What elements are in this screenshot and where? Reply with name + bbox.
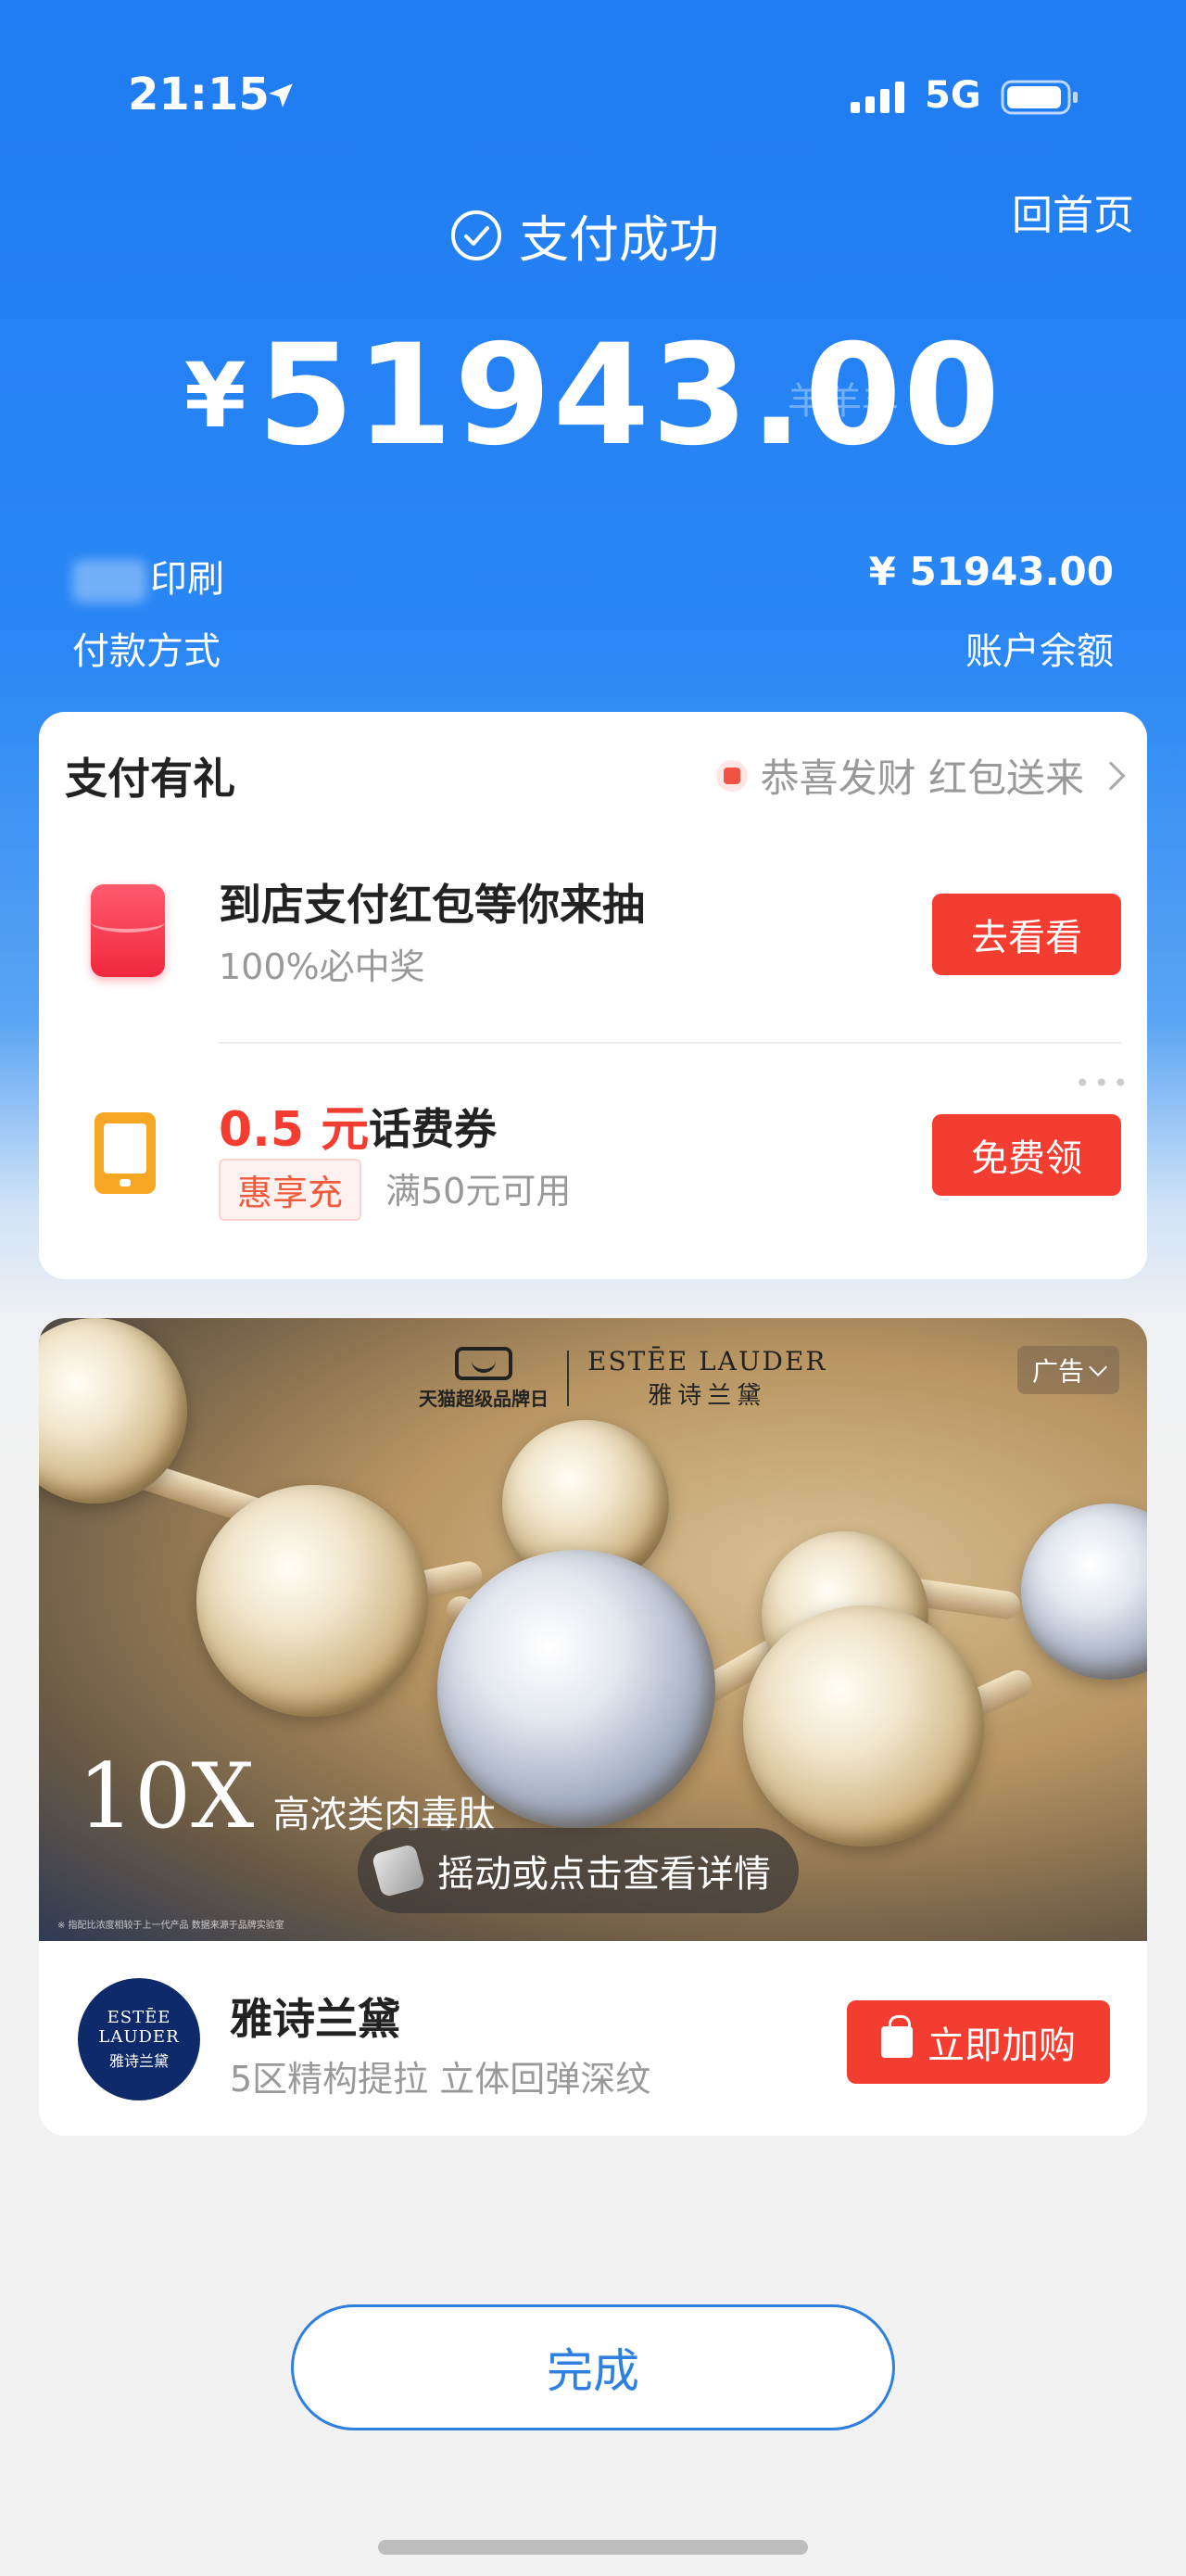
ad-headline-big: 10X — [78, 1745, 255, 1848]
molecule-bead — [1021, 1504, 1147, 1680]
merchant-name: 印刷 — [72, 549, 224, 603]
voucher-name: 话费券 — [369, 1104, 497, 1154]
view-red-packet-button[interactable]: 去看看 — [932, 894, 1121, 975]
payment-success-status: 支付成功 — [450, 198, 719, 272]
payment-amount: ¥ 51943.00 — [868, 549, 1114, 594]
shake-hand-icon — [371, 1843, 426, 1898]
ad-fine-print: ※ 指配比浓度相较于上一代产品 数据来源于品牌实验室 — [57, 1921, 284, 1931]
payment-method-value: 账户余额 — [965, 630, 1114, 673]
signal-icon — [851, 82, 904, 113]
molecule-bead — [743, 1605, 984, 1846]
home-indicator — [378, 2540, 808, 2555]
paid-amount: ¥51943.00 — [0, 315, 1186, 476]
red-packet-subtitle: 100%必中奖 — [219, 946, 425, 987]
shake-to-view-button[interactable]: 摇动或点击查看详情 — [358, 1828, 799, 1913]
ad-brand-header: 天猫超级品牌日 ESTĒE LAUDER 雅诗兰黛 — [419, 1346, 826, 1411]
claim-voucher-button[interactable]: 免费领 — [932, 1114, 1121, 1196]
brand-slogan: 5区精构提拉 立体回弹深纹 — [230, 2059, 651, 2100]
gift-promo-link[interactable]: 恭喜发财 红包送来 — [715, 747, 1126, 804]
watermark: 羊羊羊 — [788, 380, 899, 423]
currency-symbol: ¥ — [183, 344, 246, 448]
shopping-bag-icon — [881, 2015, 913, 2058]
ad-banner-image[interactable]: 天猫超级品牌日 ESTĒE LAUDER 雅诗兰黛 广告 10X 高浓类肉毒肽 … — [39, 1318, 1147, 1941]
network-type: 5G — [925, 74, 981, 117]
done-button[interactable]: 完成 — [291, 2304, 895, 2430]
payment-method-label: 付款方式 — [72, 630, 221, 673]
more-dots: ••• — [1075, 1068, 1132, 1098]
chevron-down-icon — [1089, 1358, 1107, 1377]
battery-icon — [1001, 80, 1078, 115]
add-to-cart-button[interactable]: 立即加购 — [847, 2000, 1110, 2084]
red-packet-icon — [91, 884, 165, 977]
blurred-text — [72, 560, 146, 603]
tmall-cat-icon — [455, 1346, 512, 1380]
gift-icon — [715, 759, 748, 792]
brand-logo[interactable]: ESTĒE LAUDER 雅诗兰黛 — [78, 1978, 200, 2100]
location-arrow-icon — [269, 83, 293, 108]
success-text: 支付成功 — [519, 210, 719, 269]
estee-lauder-wordmark: ESTĒE LAUDER 雅诗兰黛 — [587, 1346, 827, 1410]
check-circle-icon — [451, 209, 501, 260]
payment-gift-card: 支付有礼 恭喜发财 红包送来 到店支付红包等你来抽 100%必中奖 去看看 ••… — [39, 712, 1147, 1279]
voucher-condition: 满50元可用 — [385, 1171, 572, 1212]
status-time: 21:15 — [128, 69, 270, 121]
chevron-right-icon — [1096, 760, 1126, 791]
red-packet-title: 到店支付红包等你来抽 — [219, 880, 645, 930]
voucher-amount: 0.5 元 — [219, 1102, 370, 1158]
ad-card: 天猫超级品牌日 ESTĒE LAUDER 雅诗兰黛 广告 10X 高浓类肉毒肽 … — [39, 1318, 1147, 2136]
home-link[interactable]: 回首页 — [1012, 182, 1134, 241]
ad-tag[interactable]: 广告 — [1016, 1346, 1119, 1394]
voucher-tag: 惠享充 — [219, 1159, 362, 1221]
brand-separator — [567, 1351, 569, 1406]
phone-icon — [95, 1112, 156, 1194]
gift-section-title: 支付有礼 — [65, 754, 235, 804]
molecule-bead — [196, 1485, 428, 1717]
divider — [219, 1042, 1121, 1044]
tmall-logo: 天猫超级品牌日 — [419, 1346, 549, 1411]
brand-name: 雅诗兰黛 — [230, 1994, 400, 2044]
